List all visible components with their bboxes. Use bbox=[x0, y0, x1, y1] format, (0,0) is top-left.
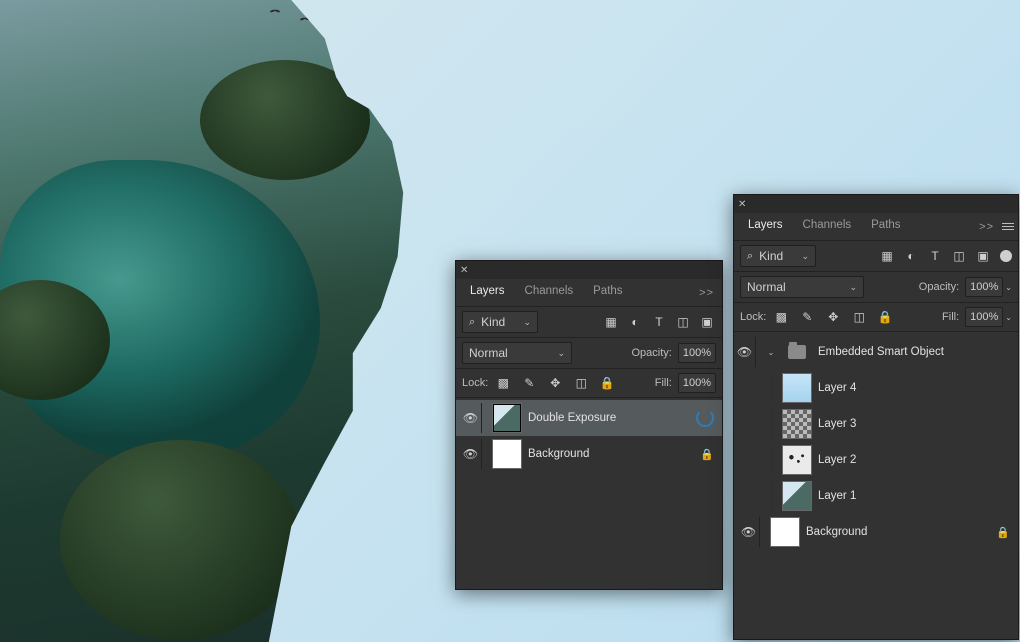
layer-row[interactable]: Layer 3 bbox=[734, 406, 1018, 442]
chevron-down-icon[interactable]: ⌄ bbox=[1005, 313, 1012, 322]
visibility-toggle[interactable]: 👁 bbox=[460, 439, 482, 469]
layer-name[interactable]: Layer 1 bbox=[818, 490, 1014, 502]
group-thumbnail bbox=[782, 337, 812, 367]
layer-row[interactable]: Layer 4 bbox=[734, 370, 1018, 406]
layer-row[interactable]: Layer 1 bbox=[734, 478, 1018, 514]
expand-icon[interactable]: >> bbox=[695, 287, 718, 299]
layer-name[interactable]: Background bbox=[528, 448, 694, 460]
fill-value[interactable]: 100% bbox=[678, 373, 716, 393]
layer-thumbnail[interactable] bbox=[782, 373, 812, 403]
tab-paths[interactable]: Paths bbox=[583, 279, 632, 306]
filter-pixel-icon[interactable]: ▦ bbox=[602, 313, 620, 331]
tab-channels[interactable]: Channels bbox=[793, 213, 862, 240]
chevron-down-icon: ⌄ bbox=[523, 317, 531, 328]
opacity-label: Opacity: bbox=[919, 281, 959, 293]
visibility-toggle[interactable] bbox=[750, 445, 772, 475]
visibility-toggle[interactable] bbox=[750, 481, 772, 511]
visibility-toggle[interactable]: 👁 bbox=[460, 403, 482, 433]
layer-name[interactable]: Layer 3 bbox=[818, 418, 1014, 430]
close-icon[interactable]: ✕ bbox=[460, 265, 468, 276]
filter-kind-dropdown[interactable]: ⌕ Kind ⌄ bbox=[462, 311, 538, 333]
folder-icon bbox=[788, 345, 806, 359]
lock-all-icon[interactable]: 🔒 bbox=[876, 308, 894, 326]
lock-label: Lock: bbox=[462, 377, 488, 389]
blend-mode-dropdown[interactable]: Normal ⌄ bbox=[462, 342, 572, 364]
layer-group-row[interactable]: 👁 ⌄ Embedded Smart Object bbox=[734, 334, 1018, 370]
opacity-value[interactable]: 100% bbox=[965, 277, 1003, 297]
filter-shape-icon[interactable]: ◫ bbox=[950, 247, 968, 265]
filter-kind-dropdown[interactable]: ⌕ Kind ⌄ bbox=[740, 245, 816, 267]
opacity-value[interactable]: 100% bbox=[678, 343, 716, 363]
layer-row[interactable]: 👁 Double Exposure bbox=[456, 400, 722, 436]
layer-row[interactable]: 👁 Background 🔒 bbox=[456, 436, 722, 472]
filter-pixel-icon[interactable]: ▦ bbox=[878, 247, 896, 265]
search-icon: ⌕ bbox=[747, 250, 753, 263]
layer-thumbnail[interactable] bbox=[782, 445, 812, 475]
lock-brush-icon[interactable]: ✎ bbox=[798, 308, 816, 326]
group-collapse-icon[interactable]: ⌄ bbox=[766, 348, 776, 357]
fill-label: Fill: bbox=[942, 311, 959, 323]
filter-smart-icon[interactable]: ▣ bbox=[974, 247, 992, 265]
filter-type-icon[interactable]: T bbox=[926, 247, 944, 265]
lock-brush-icon[interactable]: ✎ bbox=[520, 374, 538, 392]
close-icon[interactable]: ✕ bbox=[738, 199, 746, 210]
layer-thumbnail[interactable] bbox=[782, 409, 812, 439]
filter-type-icon[interactable]: T bbox=[650, 313, 668, 331]
layer-thumbnail[interactable] bbox=[492, 439, 522, 469]
lock-label: Lock: bbox=[740, 311, 766, 323]
lock-position-icon[interactable]: ✥ bbox=[546, 374, 564, 392]
expand-icon[interactable]: >> bbox=[975, 221, 998, 233]
blend-mode-value: Normal bbox=[747, 280, 786, 294]
lock-position-icon[interactable]: ✥ bbox=[824, 308, 842, 326]
lock-artboard-icon[interactable]: ◫ bbox=[572, 374, 590, 392]
lock-transparent-icon[interactable]: ▩ bbox=[772, 308, 790, 326]
blend-mode-value: Normal bbox=[469, 346, 508, 360]
layers-panel-b: ✕ Layers Channels Paths >> ⌕ Kind ⌄ ▦ ◐ … bbox=[733, 194, 1019, 640]
visibility-toggle[interactable]: 👁 bbox=[738, 517, 760, 547]
fill-label: Fill: bbox=[655, 377, 672, 389]
fill-value[interactable]: 100% bbox=[965, 307, 1003, 327]
filter-adjust-icon[interactable]: ◐ bbox=[902, 247, 920, 265]
lock-artboard-icon[interactable]: ◫ bbox=[850, 308, 868, 326]
layer-thumbnail[interactable] bbox=[770, 517, 800, 547]
layer-name[interactable]: Layer 4 bbox=[818, 382, 1014, 394]
chevron-down-icon: ⌄ bbox=[801, 251, 809, 262]
filter-shape-icon[interactable]: ◫ bbox=[674, 313, 692, 331]
filter-kind-label: Kind bbox=[481, 315, 505, 329]
layer-thumbnail[interactable] bbox=[492, 403, 522, 433]
visibility-toggle[interactable]: 👁 bbox=[734, 337, 756, 367]
layer-name[interactable]: Embedded Smart Object bbox=[818, 346, 1014, 358]
tab-channels[interactable]: Channels bbox=[515, 279, 584, 306]
tab-layers[interactable]: Layers bbox=[738, 213, 793, 240]
filter-toggle[interactable] bbox=[1000, 250, 1012, 262]
filter-adjust-icon[interactable]: ◐ bbox=[626, 313, 644, 331]
lock-all-icon[interactable]: 🔒 bbox=[598, 374, 616, 392]
layer-thumbnail[interactable] bbox=[782, 481, 812, 511]
layer-name[interactable]: Layer 2 bbox=[818, 454, 1014, 466]
lock-transparent-icon[interactable]: ▩ bbox=[494, 374, 512, 392]
blend-mode-dropdown[interactable]: Normal ⌄ bbox=[740, 276, 864, 298]
layer-row[interactable]: Layer 2 bbox=[734, 442, 1018, 478]
filter-kind-label: Kind bbox=[759, 249, 783, 263]
layer-row[interactable]: 👁 Background 🔒 bbox=[734, 514, 1018, 550]
visibility-toggle[interactable] bbox=[750, 409, 772, 439]
layers-panel-a: ✕ Layers Channels Paths >> ⌕ Kind ⌄ ▦ ◐ … bbox=[455, 260, 723, 590]
lock-indicator-icon: 🔒 bbox=[996, 526, 1010, 539]
layer-name[interactable]: Double Exposure bbox=[528, 412, 690, 424]
opacity-label: Opacity: bbox=[632, 347, 672, 359]
tab-layers[interactable]: Layers bbox=[460, 279, 515, 306]
lock-indicator-icon: 🔒 bbox=[700, 448, 714, 461]
filter-smart-icon[interactable]: ▣ bbox=[698, 313, 716, 331]
search-icon: ⌕ bbox=[469, 316, 475, 329]
layer-name[interactable]: Background bbox=[806, 526, 990, 538]
visibility-toggle[interactable] bbox=[750, 373, 772, 403]
panel-menu-icon[interactable] bbox=[1002, 223, 1014, 230]
chevron-down-icon[interactable]: ⌄ bbox=[1005, 283, 1012, 292]
tab-paths[interactable]: Paths bbox=[861, 213, 910, 240]
chevron-down-icon: ⌄ bbox=[849, 282, 857, 293]
sync-progress-icon bbox=[696, 409, 714, 427]
chevron-down-icon: ⌄ bbox=[557, 348, 565, 359]
